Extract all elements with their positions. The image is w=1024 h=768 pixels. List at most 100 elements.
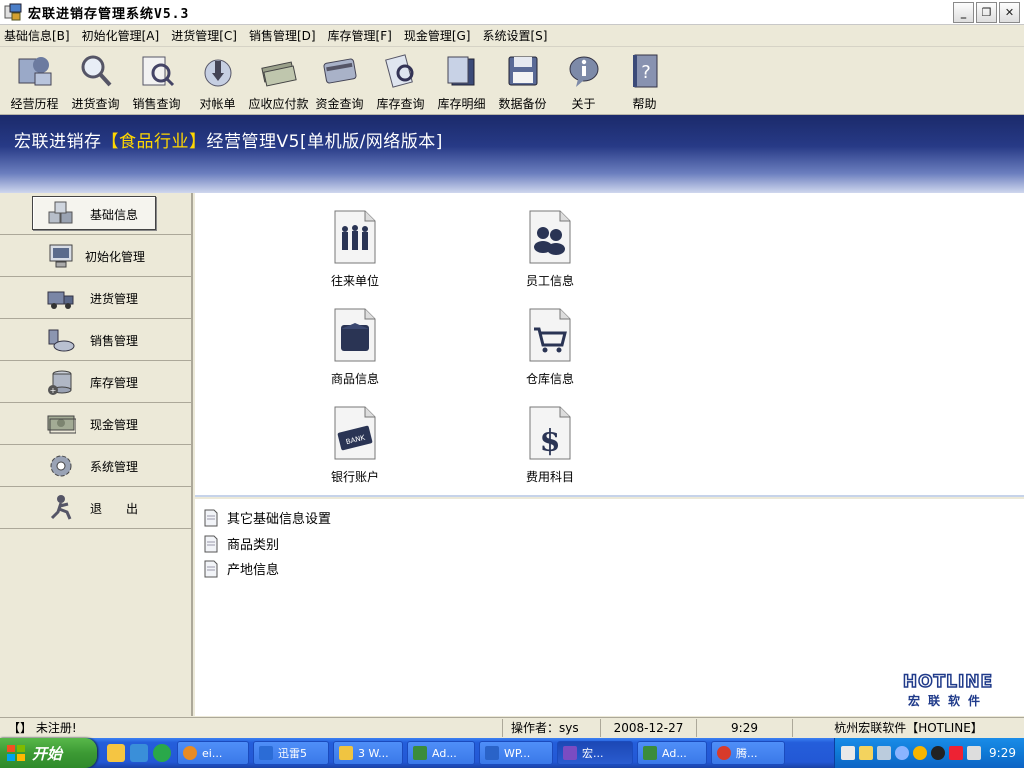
taskbar-item[interactable]: WP... bbox=[479, 741, 553, 765]
status-company: 杭州宏联软件【HOTLINE】 bbox=[834, 721, 983, 735]
toolbar-business-history[interactable]: 经营历程 bbox=[4, 47, 65, 113]
menu-bar: 基础信息[B] 初始化管理[A] 进货管理[C] 销售管理[D] 库存管理[F]… bbox=[0, 25, 1024, 47]
menu-purchase[interactable]: 进货管理[C] bbox=[171, 27, 245, 44]
toolbar-help[interactable]: ? 帮助 bbox=[614, 47, 675, 113]
bank-card-icon: BANK bbox=[334, 406, 376, 460]
floppy-icon bbox=[508, 56, 537, 86]
toolbar-inventory-query[interactable]: 库存查询 bbox=[370, 47, 431, 113]
minimize-icon: _ bbox=[960, 6, 967, 19]
link-product-category[interactable]: 商品类别 bbox=[204, 534, 279, 553]
status-bar: 【】 未注册! 操作者：sys 2008-12-27 9:29 杭州宏联软件【H… bbox=[0, 717, 1024, 737]
basic-info-panel: 往来单位 员工信息 商品信息 仓库信息 BANK 银行账户 $ 费用科目 bbox=[195, 193, 1024, 497]
menu-basic-info[interactable]: 基础信息[B] bbox=[4, 27, 78, 44]
show-desktop-icon[interactable] bbox=[877, 746, 891, 760]
menu-settings[interactable]: 系统设置[S] bbox=[483, 27, 556, 44]
statement-icon bbox=[204, 59, 231, 87]
windows-flag-icon bbox=[7, 745, 25, 761]
taskbar-item[interactable]: Ad... bbox=[637, 741, 707, 765]
toolbar-purchase-query[interactable]: 进货查询 bbox=[65, 47, 126, 113]
quick-launch-icon[interactable] bbox=[153, 744, 171, 762]
volume-icon[interactable] bbox=[967, 746, 981, 760]
close-button[interactable]: ✕ bbox=[999, 2, 1020, 23]
tile-employees[interactable]: 员工信息 bbox=[488, 209, 608, 299]
status-date: 2008-12-27 bbox=[601, 718, 697, 737]
tile-products[interactable]: 商品信息 bbox=[293, 307, 413, 397]
thunder-icon bbox=[259, 746, 273, 760]
system-tray: 9:29 bbox=[834, 738, 1024, 768]
quick-launch-icon[interactable] bbox=[130, 744, 148, 762]
app-task-icon bbox=[563, 746, 577, 760]
svg-text:HOTLINE: HOTLINE bbox=[903, 672, 993, 692]
nav-item-exit[interactable]: 退 出 bbox=[0, 487, 191, 529]
restore-button[interactable]: ❐ bbox=[976, 2, 997, 23]
editor-icon bbox=[413, 746, 427, 760]
taskbar-item[interactable]: 3 W... bbox=[333, 741, 403, 765]
toolbar-about[interactable]: 关于 bbox=[553, 47, 614, 113]
shopping-cart-icon bbox=[529, 308, 571, 362]
taskbar-item[interactable]: ei... bbox=[177, 741, 249, 765]
card-icon bbox=[322, 58, 357, 84]
help-book-icon: ? bbox=[632, 54, 657, 88]
status-register: 【】 未注册! bbox=[0, 718, 503, 737]
back-arrow-icon[interactable] bbox=[895, 746, 909, 760]
taskbar-item-active[interactable]: 宏... bbox=[557, 741, 633, 765]
cash-stack-icon bbox=[260, 61, 297, 87]
antivirus-icon[interactable] bbox=[949, 746, 963, 760]
tile-bank-account[interactable]: BANK 银行账户 bbox=[293, 405, 413, 495]
product-box-icon bbox=[334, 308, 376, 362]
database-icon: + bbox=[48, 370, 72, 395]
taskbar-item[interactable]: 腾... bbox=[711, 741, 785, 765]
chat-icon[interactable] bbox=[913, 746, 927, 760]
settings-gear-icon bbox=[50, 455, 72, 477]
taskbar: 开始 ei... 迅雷5 3 W... Ad... WP... 宏... Ad.… bbox=[0, 738, 1024, 768]
editor-icon bbox=[643, 746, 657, 760]
qq-tray-icon[interactable] bbox=[931, 746, 945, 760]
nav-item-init[interactable]: 初始化管理 bbox=[0, 235, 191, 277]
link-other-basic-settings[interactable]: 其它基础信息设置 bbox=[204, 508, 331, 527]
menu-sales[interactable]: 销售管理[D] bbox=[249, 27, 324, 44]
menu-init[interactable]: 初始化管理[A] bbox=[82, 27, 168, 44]
hotline-logo: HOTLINE 宏联软件 bbox=[902, 671, 993, 708]
tile-expense-items[interactable]: $ 费用科目 bbox=[488, 405, 608, 495]
banner-suffix: 经营管理V5[单机版/网络版本] bbox=[206, 132, 443, 152]
quick-launch-icon[interactable] bbox=[107, 744, 125, 762]
taskbar-item[interactable]: 迅雷5 bbox=[253, 741, 329, 765]
nav-item-sales[interactable]: 销售管理 bbox=[0, 319, 191, 361]
menu-inventory[interactable]: 库存管理[F] bbox=[328, 27, 400, 44]
firefox-icon bbox=[183, 746, 197, 760]
link-origin-info[interactable]: 产地信息 bbox=[204, 559, 279, 578]
cubes-icon bbox=[48, 201, 73, 224]
minimize-button[interactable]: _ bbox=[953, 2, 974, 23]
nav-item-basic-info[interactable]: 基础信息 bbox=[0, 193, 191, 235]
keyboard-icon[interactable] bbox=[841, 746, 855, 760]
toolbar-data-backup[interactable]: 数据备份 bbox=[492, 47, 553, 113]
quick-launch bbox=[97, 744, 177, 762]
magnifier-icon bbox=[81, 55, 111, 87]
toolbar-sales-query[interactable]: 销售查询 bbox=[126, 47, 187, 113]
app-icon bbox=[4, 3, 22, 21]
toolbar-funds-query[interactable]: 资金查询 bbox=[309, 47, 370, 113]
toolbar-inventory-detail[interactable]: 库存明细 bbox=[431, 47, 492, 113]
nav-item-cash[interactable]: 现金管理 bbox=[0, 403, 191, 445]
nav-item-system[interactable]: 系统管理 bbox=[0, 445, 191, 487]
title-bar: 宏联进销存管理系统V5.3 _ ❐ ✕ bbox=[0, 0, 1024, 25]
tile-partners[interactable]: 往来单位 bbox=[293, 209, 413, 299]
help-icon[interactable] bbox=[859, 746, 873, 760]
close-icon: ✕ bbox=[1004, 6, 1015, 19]
header-banner: 宏联进销存【食品行业】经营管理V5[单机版/网络版本] bbox=[0, 115, 1024, 193]
toolbar-receivables[interactable]: 应收应付款 bbox=[248, 47, 309, 113]
window-title: 宏联进销存管理系统V5.3 bbox=[28, 6, 190, 22]
app-window: 宏联进销存管理系统V5.3 _ ❐ ✕ 基础信息[B] 初始化管理[A] 进货管… bbox=[0, 0, 1024, 768]
taskbar-item[interactable]: Ad... bbox=[407, 741, 475, 765]
svg-text:+: + bbox=[50, 386, 57, 395]
money-icon bbox=[47, 415, 76, 434]
start-button[interactable]: 开始 bbox=[0, 738, 97, 768]
banner-title: 宏联进销存【食品行业】经营管理V5[单机版/网络版本] bbox=[14, 127, 443, 152]
inventory-query-icon bbox=[384, 54, 413, 88]
toolbar-statement[interactable]: 对帐单 bbox=[187, 47, 248, 113]
nav-item-inventory[interactable]: + 库存管理 bbox=[0, 361, 191, 403]
tile-warehouse[interactable]: 仓库信息 bbox=[488, 307, 608, 397]
nav-item-purchase[interactable]: 进货管理 bbox=[0, 277, 191, 319]
menu-cash[interactable]: 现金管理[G] bbox=[404, 27, 479, 44]
employees-icon bbox=[529, 210, 571, 264]
